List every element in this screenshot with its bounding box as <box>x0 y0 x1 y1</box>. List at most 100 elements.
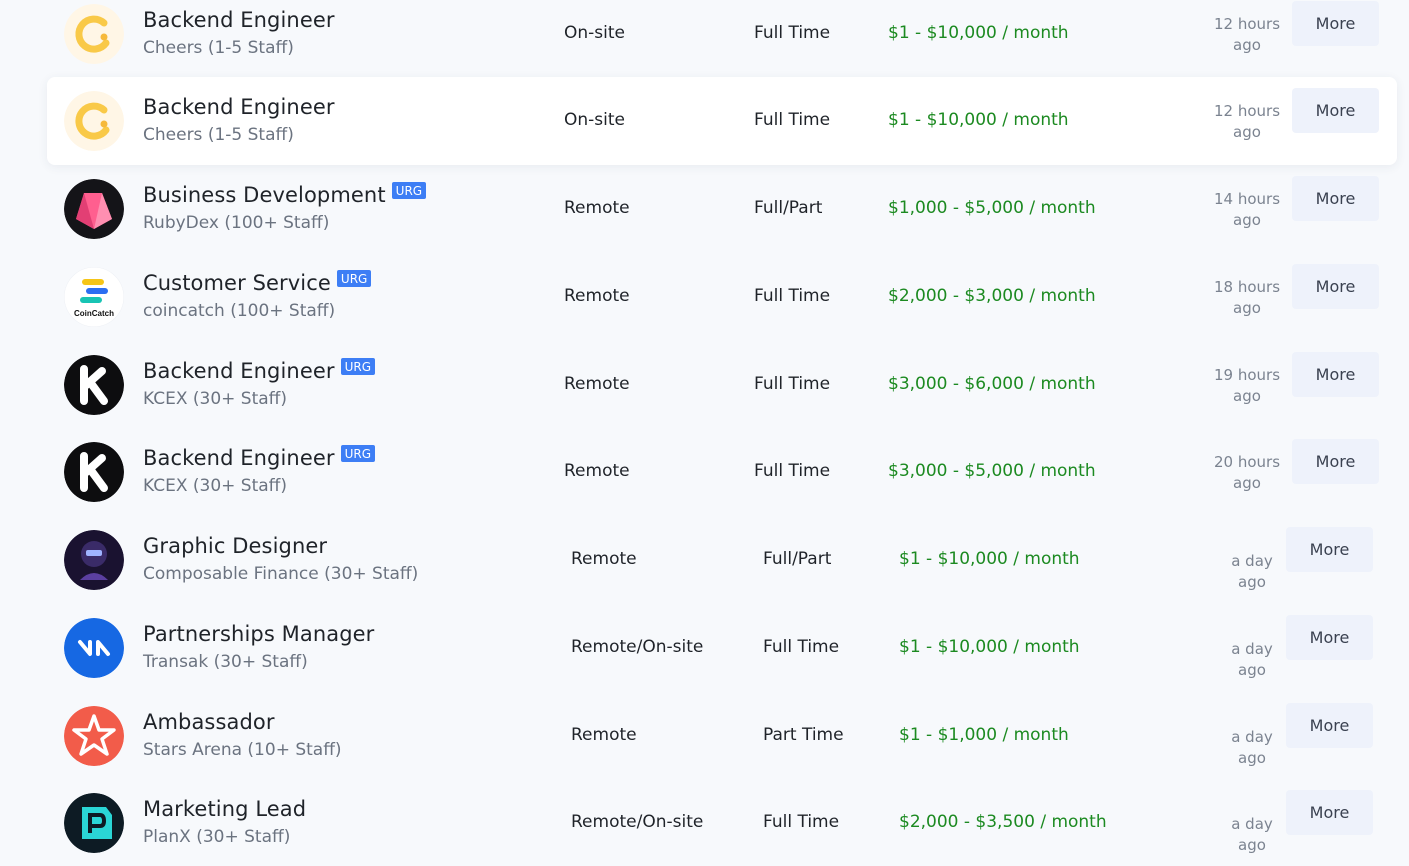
company-name[interactable]: Cheers (1-5 Staff) <box>143 38 294 58</box>
company-name[interactable]: Composable Finance (30+ Staff) <box>143 564 418 584</box>
job-title-line: Marketing Lead <box>143 797 306 821</box>
job-title-line: Partnerships Manager <box>143 622 374 646</box>
more-button[interactable]: More <box>1286 703 1373 748</box>
job-location: On-site <box>564 110 625 130</box>
salary-range: $2,000 - $3,500 / month <box>899 812 1107 832</box>
posted-time: 12 hours ago <box>1213 102 1281 141</box>
cheers-logo-icon[interactable] <box>64 4 124 64</box>
job-row[interactable]: Backend Engineer Cheers (1-5 Staff) On-s… <box>47 77 1397 165</box>
job-type: Full Time <box>754 286 831 306</box>
composable-logo-icon[interactable] <box>64 530 124 590</box>
job-title[interactable]: Customer Service <box>143 271 331 295</box>
job-type: Full Time <box>754 110 831 130</box>
job-location: Remote/On-site <box>571 637 704 657</box>
stars-arena-logo-icon[interactable] <box>64 706 124 766</box>
job-type: Full/Part <box>754 198 823 218</box>
company-name[interactable]: KCEX (30+ Staff) <box>143 389 287 409</box>
kcex-logo-icon[interactable] <box>64 355 124 415</box>
job-title[interactable]: Backend Engineer <box>143 446 335 470</box>
job-type: Full Time <box>754 23 831 43</box>
more-button[interactable]: More <box>1292 1 1379 46</box>
job-title-line: Graphic Designer <box>143 534 327 558</box>
job-location: Remote <box>564 286 630 306</box>
job-location: Remote/On-site <box>571 812 704 832</box>
kcex-logo-icon[interactable] <box>64 442 124 502</box>
job-row[interactable]: Backend Engineer URG KCEX (30+ Staff) Re… <box>47 428 1397 516</box>
company-name[interactable]: KCEX (30+ Staff) <box>143 476 287 496</box>
salary-range: $1 - $10,000 / month <box>899 637 1080 657</box>
job-title-line: Backend Engineer URG <box>143 444 376 470</box>
posted-time: a day ago <box>1231 728 1273 767</box>
more-button[interactable]: More <box>1292 439 1379 484</box>
job-location: Remote <box>564 374 630 394</box>
job-title-line: Backend Engineer URG <box>143 357 376 383</box>
job-title[interactable]: Backend Engineer <box>143 95 335 119</box>
more-button[interactable]: More <box>1286 527 1373 572</box>
urgent-badge: URG <box>340 357 376 375</box>
job-title[interactable]: Graphic Designer <box>143 534 327 558</box>
job-title-line: Business Development URG <box>143 181 427 207</box>
posted-time: 14 hours ago <box>1213 190 1281 229</box>
job-title[interactable]: Ambassador <box>143 710 275 734</box>
salary-range: $2,000 - $3,000 / month <box>888 286 1096 306</box>
more-button[interactable]: More <box>1286 790 1373 835</box>
posted-time: 18 hours ago <box>1213 278 1281 317</box>
cheers-logo-icon[interactable] <box>64 91 124 151</box>
salary-range: $1 - $1,000 / month <box>899 725 1069 745</box>
job-list: Backend Engineer Cheers (1-5 Staff) On-s… <box>0 0 1409 866</box>
job-location: Remote <box>571 549 637 569</box>
rubydex-logo-icon[interactable] <box>64 179 124 239</box>
transak-logo-icon[interactable] <box>64 618 124 678</box>
urgent-badge: URG <box>336 269 372 287</box>
job-title[interactable]: Partnerships Manager <box>143 622 374 646</box>
company-name[interactable]: Cheers (1-5 Staff) <box>143 125 294 145</box>
company-name[interactable]: PlanX (30+ Staff) <box>143 827 290 847</box>
salary-range: $1,000 - $5,000 / month <box>888 198 1096 218</box>
job-title[interactable]: Marketing Lead <box>143 797 306 821</box>
company-name[interactable]: Stars Arena (10+ Staff) <box>143 740 342 760</box>
company-name[interactable]: RubyDex (100+ Staff) <box>143 213 329 233</box>
planx-logo-icon[interactable] <box>64 793 124 853</box>
job-location: On-site <box>564 23 625 43</box>
salary-range: $1 - $10,000 / month <box>888 23 1069 43</box>
more-button[interactable]: More <box>1286 615 1373 660</box>
coincatch-logo-icon[interactable]: CoinCatch <box>64 267 124 327</box>
job-type: Full/Part <box>763 549 832 569</box>
job-row[interactable]: Partnerships Manager Transak (30+ Staff)… <box>47 604 1397 692</box>
job-type: Full Time <box>754 374 831 394</box>
job-type: Part Time <box>763 725 844 745</box>
urgent-badge: URG <box>340 444 376 462</box>
job-row[interactable]: Backend Engineer URG KCEX (30+ Staff) Re… <box>47 341 1397 429</box>
posted-time: 19 hours ago <box>1213 366 1281 405</box>
coincatch-logo-text: CoinCatch <box>74 309 114 318</box>
job-title-line: Backend Engineer <box>143 8 335 32</box>
more-button[interactable]: More <box>1292 352 1379 397</box>
posted-time: a day ago <box>1231 552 1273 591</box>
job-title-line: Customer Service URG <box>143 269 372 295</box>
salary-range: $3,000 - $5,000 / month <box>888 461 1096 481</box>
more-button[interactable]: More <box>1292 176 1379 221</box>
job-row[interactable]: Graphic Designer Composable Finance (30+… <box>47 516 1397 604</box>
salary-range: $3,000 - $6,000 / month <box>888 374 1096 394</box>
posted-time: a day ago <box>1231 815 1273 854</box>
job-title[interactable]: Backend Engineer <box>143 8 335 32</box>
company-name[interactable]: coincatch (100+ Staff) <box>143 301 335 321</box>
job-row[interactable]: Backend Engineer Cheers (1-5 Staff) On-s… <box>47 0 1397 78</box>
job-row[interactable]: Business Development URG RubyDex (100+ S… <box>47 165 1397 253</box>
job-title[interactable]: Backend Engineer <box>143 359 335 383</box>
salary-range: $1 - $10,000 / month <box>899 549 1080 569</box>
more-button[interactable]: More <box>1292 88 1379 133</box>
company-name[interactable]: Transak (30+ Staff) <box>143 652 308 672</box>
posted-time: 12 hours ago <box>1213 15 1281 54</box>
more-button[interactable]: More <box>1292 264 1379 309</box>
job-row[interactable]: Marketing Lead PlanX (30+ Staff) Remote/… <box>47 779 1397 866</box>
salary-range: $1 - $10,000 / month <box>888 110 1069 130</box>
job-location: Remote <box>564 461 630 481</box>
job-location: Remote <box>571 725 637 745</box>
job-row[interactable]: Ambassador Stars Arena (10+ Staff) Remot… <box>47 692 1397 780</box>
job-row[interactable]: CoinCatch Customer Service URG coincatch… <box>47 253 1397 341</box>
posted-time: a day ago <box>1231 640 1273 679</box>
job-type: Full Time <box>754 461 831 481</box>
job-title[interactable]: Business Development <box>143 183 386 207</box>
urgent-badge: URG <box>391 181 427 199</box>
